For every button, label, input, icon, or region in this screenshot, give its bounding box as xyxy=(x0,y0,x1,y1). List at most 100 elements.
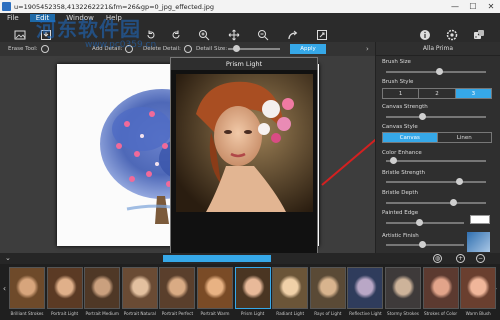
brush-style-3[interactable]: 3 xyxy=(455,89,491,98)
expand-panel-icon[interactable]: › xyxy=(366,45,369,53)
painted-edge-label: Painted Edge xyxy=(382,210,419,216)
preset-thumb-image xyxy=(85,268,120,308)
brush-style-1[interactable]: 1 xyxy=(383,89,420,98)
filmstrip-prev-icon[interactable]: ‹ xyxy=(1,278,8,298)
preview-title: Prism Light xyxy=(171,58,317,70)
rotate-right-icon[interactable] xyxy=(170,29,182,41)
canvas-strength-handle[interactable] xyxy=(419,113,426,120)
canvas-style-label: Canvas Style xyxy=(382,124,418,130)
preview-popup: Prism Light xyxy=(170,57,318,262)
brush-size-label: Brush Size xyxy=(382,59,411,65)
erase-tool-icon[interactable] xyxy=(40,45,49,53)
preset-thumb-image xyxy=(348,268,383,308)
preset-thumb[interactable] xyxy=(347,267,384,309)
apply-button[interactable]: Apply xyxy=(290,44,326,54)
color-enhance-handle[interactable] xyxy=(390,157,397,164)
preset-thumb-image xyxy=(122,268,157,308)
window-title: u=1905452358,4132262221&fm=26&gp=0_jpg_e… xyxy=(14,2,215,11)
detail-size-label: Detail Size: xyxy=(196,46,228,52)
preset-thumb-image xyxy=(47,268,82,308)
settings-icon[interactable] xyxy=(446,29,458,41)
app-icon xyxy=(2,2,11,11)
panel-title: Alla Prima xyxy=(376,42,500,56)
preset-thumb[interactable] xyxy=(121,267,158,309)
preset-thumb[interactable] xyxy=(197,267,233,309)
title-bar: u=1905452358,4132262221&fm=26&gp=0_jpg_e… xyxy=(0,0,500,13)
preset-thumb-image xyxy=(423,268,458,308)
canvas-style-linen[interactable]: Linen xyxy=(438,133,492,142)
preset-thumb-image xyxy=(386,268,420,308)
color-enhance-label: Color Enhance xyxy=(382,150,422,156)
random-dice-icon[interactable] xyxy=(473,29,485,41)
maximize-button[interactable]: ☐ xyxy=(464,0,482,13)
artistic-finish-handle[interactable] xyxy=(419,241,426,248)
fit-screen-icon[interactable] xyxy=(316,29,328,41)
color-enhance-slider[interactable] xyxy=(386,157,486,164)
preset-thumb-label: Warm Blush xyxy=(465,311,491,316)
preset-thumb[interactable] xyxy=(46,267,83,309)
bristle-strength-handle[interactable] xyxy=(456,178,463,185)
add-preset-icon[interactable]: + xyxy=(456,254,465,263)
move-icon[interactable] xyxy=(228,29,240,41)
detail-size-handle[interactable] xyxy=(233,45,240,52)
zoom-out-icon[interactable] xyxy=(257,29,269,41)
bristle-depth-handle[interactable] xyxy=(450,199,457,206)
canvas-style-canvas[interactable]: Canvas xyxy=(383,133,438,142)
preset-thumb[interactable] xyxy=(9,267,45,309)
canvas-strength-slider[interactable] xyxy=(386,113,486,120)
preset-thumb-image xyxy=(310,268,345,308)
erase-tool[interactable]: Erase Tool: xyxy=(8,45,49,53)
painted-edge-slider[interactable] xyxy=(386,219,464,226)
preview-portrait xyxy=(176,74,313,212)
brush-style-2[interactable]: 2 xyxy=(419,89,456,98)
preset-thumb-image xyxy=(160,268,195,308)
painted-edge-handle[interactable] xyxy=(416,219,423,226)
preset-filmstrip: ‹ › Brilliant Strokes Portrait Light Portr… xyxy=(0,264,500,320)
presets-icon[interactable]: ◍ xyxy=(433,254,442,263)
preset-thumb[interactable] xyxy=(385,267,421,309)
preset-thumb-image xyxy=(461,268,496,308)
preset-thumb[interactable] xyxy=(460,267,497,309)
preset-thumb[interactable] xyxy=(422,267,459,309)
settings-panel: Alla Prima Brush Size Brush Style 1 2 3 … xyxy=(375,42,500,253)
minimize-button[interactable]: — xyxy=(446,0,464,13)
preset-thumb[interactable] xyxy=(84,267,121,309)
brush-style-label: Brush Style xyxy=(382,79,414,85)
preset-thumb-image xyxy=(273,268,308,308)
collapse-filmstrip-icon[interactable]: ⌄ xyxy=(5,254,11,262)
close-button[interactable]: ✕ xyxy=(482,0,500,13)
bristle-depth-label: Bristle Depth xyxy=(382,190,418,196)
bristle-strength-slider[interactable] xyxy=(386,178,486,185)
zoom-in-icon[interactable] xyxy=(198,29,210,41)
filmstrip-bar: ⌄ ◍ + − xyxy=(0,253,500,264)
artistic-finish-texture[interactable] xyxy=(467,232,490,252)
open-image-icon[interactable] xyxy=(14,29,26,41)
redo-icon[interactable] xyxy=(287,29,299,41)
artistic-finish-slider[interactable] xyxy=(386,241,464,248)
preset-thumb[interactable] xyxy=(309,267,346,309)
artistic-finish-label: Artistic Finish xyxy=(382,233,419,239)
watermark: 河东软件园 xyxy=(36,17,141,41)
options-bar: Erase Tool: Add Detail: Delete Detail: D… xyxy=(0,42,375,56)
canvas-strength-label: Canvas Strength xyxy=(382,104,428,110)
info-icon[interactable] xyxy=(419,29,431,41)
preset-thumb[interactable] xyxy=(234,267,271,309)
watermark-url: www.pc0359.cn xyxy=(85,40,157,50)
brush-size-slider[interactable] xyxy=(386,68,486,75)
remove-preset-icon[interactable]: − xyxy=(476,254,485,263)
app-window: u=1905452358,4132262221&fm=26&gp=0_jpg_e… xyxy=(0,0,500,320)
delete-detail-icon[interactable] xyxy=(183,45,192,53)
canvas-style-selector: Canvas Linen xyxy=(382,132,492,143)
preset-thumb-image xyxy=(10,268,44,308)
painted-edge-color-swatch[interactable] xyxy=(470,215,490,224)
bristle-depth-slider[interactable] xyxy=(386,199,486,206)
preset-thumb-image xyxy=(235,268,270,308)
brush-size-handle[interactable] xyxy=(436,68,443,75)
menu-file[interactable]: File xyxy=(6,14,20,22)
filmstrip-scroll-indicator[interactable] xyxy=(163,255,271,262)
preset-thumb[interactable] xyxy=(272,267,309,309)
preset-thumb[interactable] xyxy=(159,267,196,309)
preset-thumb-image xyxy=(198,268,232,308)
erase-tool-label: Erase Tool: xyxy=(8,46,38,52)
detail-size-slider[interactable] xyxy=(228,45,280,52)
